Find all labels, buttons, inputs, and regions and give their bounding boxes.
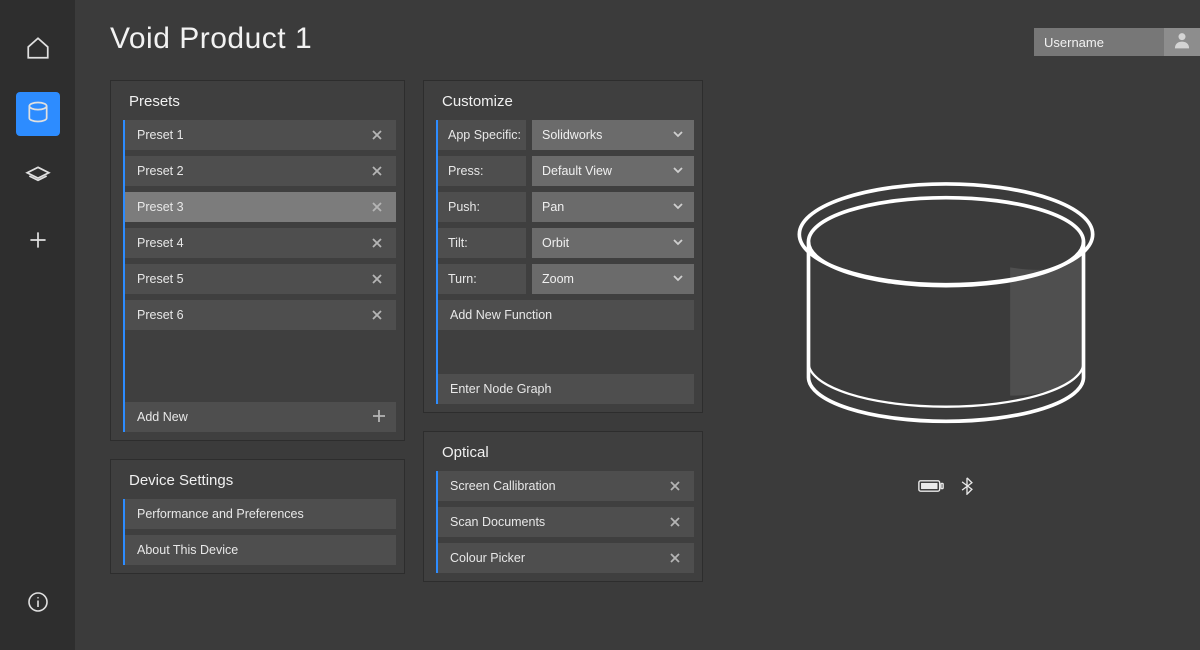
optical-label: Screen Callibration (450, 479, 666, 493)
device-settings-label: Performance and Preferences (137, 507, 386, 521)
preset-row[interactable]: Preset 1 (125, 120, 396, 150)
customize-dropdown[interactable]: Pan (532, 192, 694, 222)
nav-rail (0, 0, 75, 650)
close-icon[interactable] (368, 198, 386, 216)
home-icon (25, 35, 51, 66)
nav-add[interactable] (16, 220, 60, 264)
nav-device[interactable] (16, 92, 60, 136)
layer-icon (25, 163, 51, 194)
preset-label: Preset 4 (137, 236, 368, 250)
nav-home[interactable] (16, 28, 60, 72)
enter-node-graph-label: Enter Node Graph (450, 382, 684, 396)
preset-label: Preset 1 (137, 128, 368, 142)
chevron-down-icon (672, 236, 684, 251)
customize-row-label: Turn: (438, 264, 526, 294)
dropdown-value: Zoom (542, 272, 672, 286)
add-preset-label: Add New (137, 410, 372, 424)
chevron-down-icon (672, 164, 684, 179)
dropdown-value: Solidworks (542, 128, 672, 142)
preset-label: Preset 5 (137, 272, 368, 286)
user-icon (1172, 30, 1192, 55)
preset-row[interactable]: Preset 4 (125, 228, 396, 258)
product-image (781, 150, 1111, 453)
close-icon[interactable] (368, 126, 386, 144)
customize-dropdown[interactable]: Orbit (532, 228, 694, 258)
add-function-label: Add New Function (450, 308, 684, 322)
optical-label: Scan Documents (450, 515, 666, 529)
optical-card: Optical Screen Callibration Scan Document… (423, 431, 703, 582)
battery-icon (918, 477, 944, 500)
close-icon[interactable] (368, 270, 386, 288)
avatar[interactable] (1164, 28, 1200, 56)
device-status-icons (918, 477, 974, 500)
info-icon (26, 590, 50, 619)
customize-title: Customize (442, 93, 694, 110)
optical-row[interactable]: Colour Picker (438, 543, 694, 573)
preset-label: Preset 3 (137, 200, 368, 214)
customize-row: App Specific: Solidworks (438, 120, 694, 150)
dropdown-value: Orbit (542, 236, 672, 250)
dropdown-value: Default View (542, 164, 672, 178)
add-preset-button[interactable]: Add New (125, 402, 396, 432)
device-settings-title: Device Settings (129, 472, 396, 489)
customize-row-label: Press: (438, 156, 526, 186)
device-illustration (721, 80, 1170, 500)
customize-dropdown[interactable]: Solidworks (532, 120, 694, 150)
presets-title: Presets (129, 93, 396, 110)
nav-info[interactable] (16, 582, 60, 626)
page-title: Void Product 1 (110, 22, 312, 56)
device-settings-row[interactable]: About This Device (125, 535, 396, 565)
customize-card: Customize App Specific: Solidworks Press: D… (423, 80, 703, 413)
user-box[interactable]: Username (1034, 28, 1200, 56)
customize-row-label: Push: (438, 192, 526, 222)
customize-row-label: Tilt: (438, 228, 526, 258)
device-settings-card: Device Settings Performance and Preferen… (110, 459, 405, 574)
close-icon[interactable] (666, 549, 684, 567)
chevron-down-icon (672, 272, 684, 287)
optical-label: Colour Picker (450, 551, 666, 565)
bluetooth-icon (960, 477, 974, 500)
customize-row-label: App Specific: (438, 120, 526, 150)
optical-row[interactable]: Scan Documents (438, 507, 694, 537)
topbar: Void Product 1 Username (110, 0, 1200, 56)
dropdown-value: Pan (542, 200, 672, 214)
enter-node-graph-button[interactable]: Enter Node Graph (438, 374, 694, 404)
customize-row: Press: Default View (438, 156, 694, 186)
customize-row: Turn: Zoom (438, 264, 694, 294)
presets-card: Presets Preset 1 Preset 2 Preset 3 Preset 4… (110, 80, 405, 441)
cylinder-icon (25, 99, 51, 130)
main-area: Void Product 1 Username Presets Preset 1… (75, 0, 1200, 650)
close-icon[interactable] (368, 306, 386, 324)
optical-title: Optical (442, 444, 694, 461)
device-settings-row[interactable]: Performance and Preferences (125, 499, 396, 529)
preset-row[interactable]: Preset 5 (125, 264, 396, 294)
preset-row[interactable]: Preset 3 (125, 192, 396, 222)
preset-row[interactable]: Preset 6 (125, 300, 396, 330)
preset-row[interactable]: Preset 2 (125, 156, 396, 186)
optical-row[interactable]: Screen Callibration (438, 471, 694, 501)
chevron-down-icon (672, 200, 684, 215)
customize-dropdown[interactable]: Zoom (532, 264, 694, 294)
preset-label: Preset 6 (137, 308, 368, 322)
customize-row: Push: Pan (438, 192, 694, 222)
customize-dropdown[interactable]: Default View (532, 156, 694, 186)
close-icon[interactable] (666, 513, 684, 531)
close-icon[interactable] (368, 162, 386, 180)
plus-icon (25, 227, 51, 258)
customize-row: Tilt: Orbit (438, 228, 694, 258)
close-icon[interactable] (368, 234, 386, 252)
chevron-down-icon (672, 128, 684, 143)
nav-layers[interactable] (16, 156, 60, 200)
add-new-function-button[interactable]: Add New Function (438, 300, 694, 330)
device-settings-label: About This Device (137, 543, 386, 557)
plus-icon (372, 409, 386, 426)
preset-label: Preset 2 (137, 164, 368, 178)
close-icon[interactable] (666, 477, 684, 495)
username-field[interactable]: Username (1034, 28, 1164, 56)
